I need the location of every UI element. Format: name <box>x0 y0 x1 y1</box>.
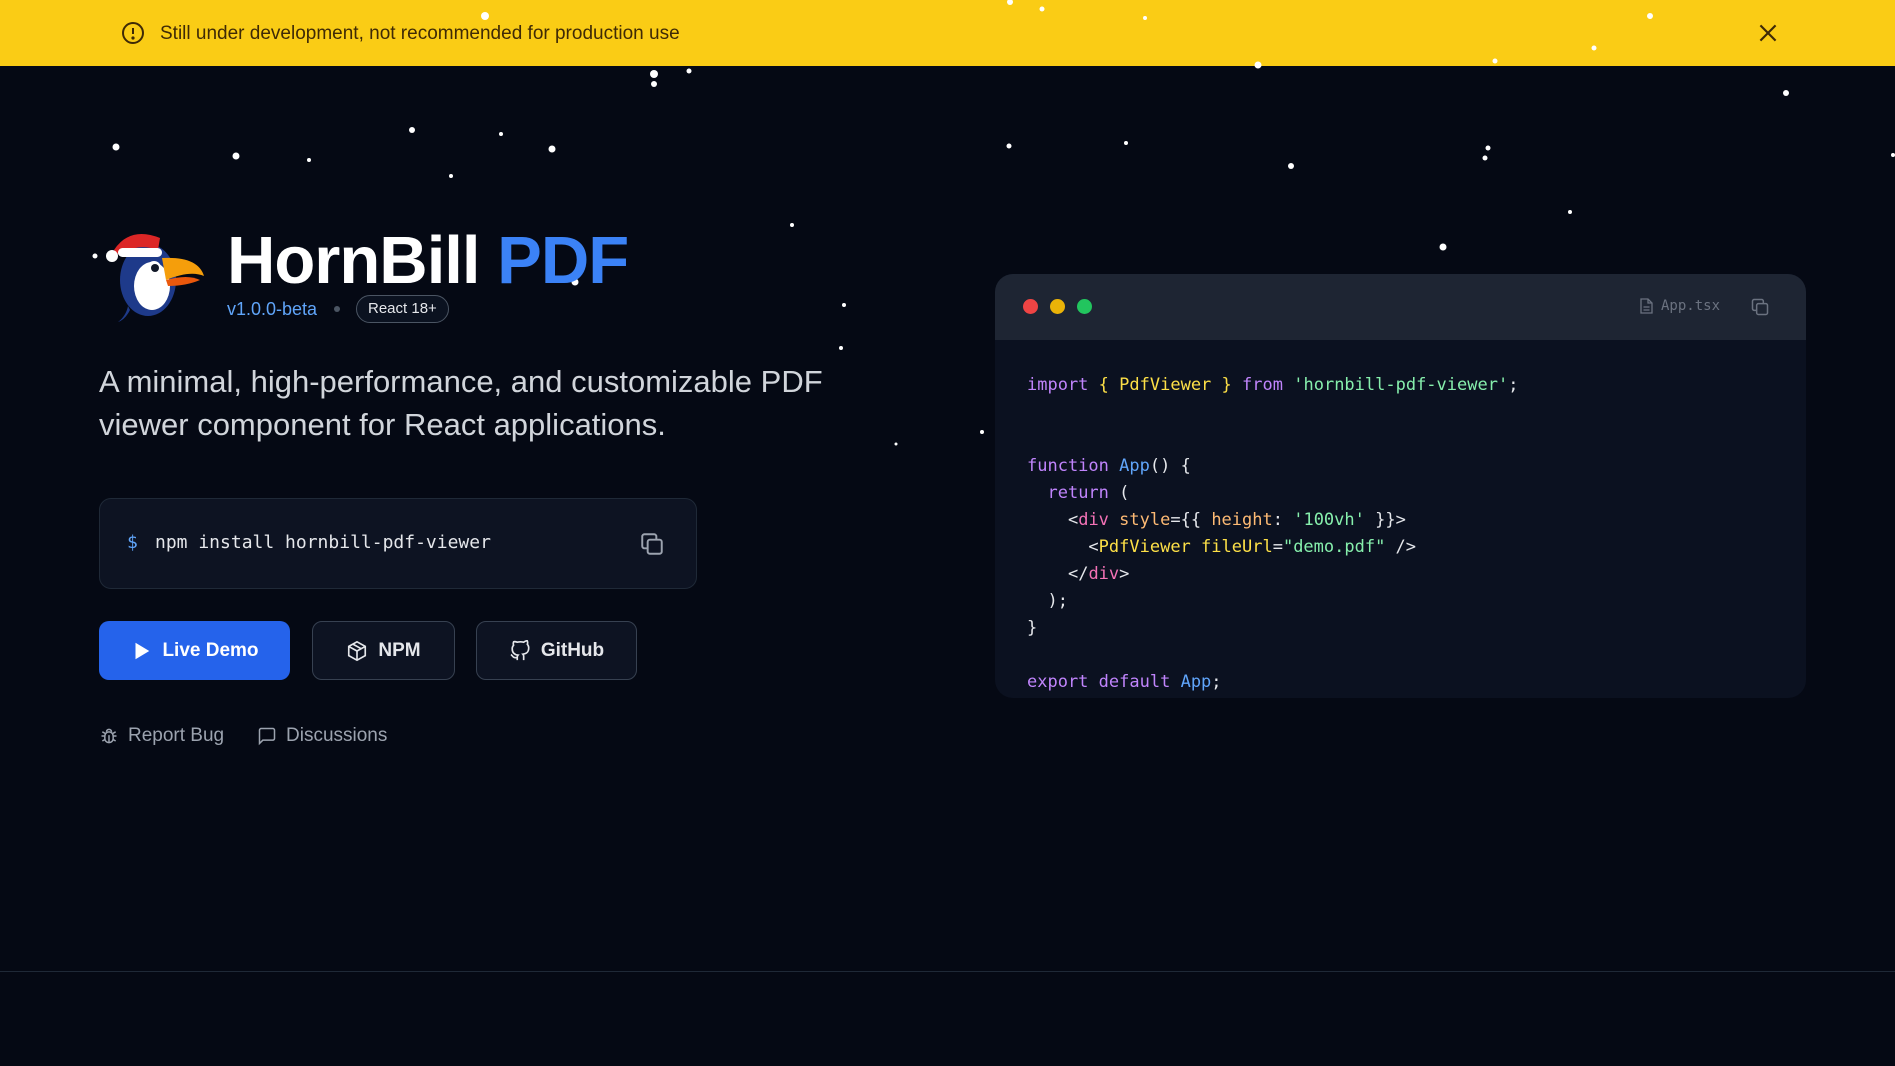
window-close-dot <box>1023 299 1038 314</box>
footer-divider <box>0 971 1895 972</box>
code-tag: div <box>1078 510 1109 530</box>
code-punct: : <box>1272 510 1294 530</box>
brand-accent: PDF <box>497 223 629 298</box>
discussions-label: Discussions <box>286 725 388 746</box>
code-line: import { PdfViewer } from 'hornbill-pdf-… <box>1027 372 1518 399</box>
code-keyword: export <box>1027 672 1089 692</box>
code-punct: ); <box>1047 591 1068 611</box>
hornbill-santa-logo <box>106 234 204 322</box>
code-line: function App() { <box>1027 453 1518 480</box>
code-attr: height <box>1211 510 1273 530</box>
code-punct: < <box>1088 537 1099 557</box>
file-icon <box>1640 298 1653 314</box>
code-line: export default App; <box>1027 669 1518 696</box>
dev-warning-banner: Still under development, not recommended… <box>0 0 1895 66</box>
discussions-link[interactable]: Discussions <box>257 725 387 747</box>
code-attr: style <box>1119 510 1171 530</box>
bug-icon <box>101 728 117 744</box>
code-punct: > <box>1119 564 1130 584</box>
code-punct: = <box>1272 537 1283 557</box>
github-icon <box>510 639 530 660</box>
code-line: </div> <box>1027 561 1518 588</box>
code-brace: { <box>1098 375 1109 395</box>
version-label: v1.0.0-beta <box>227 299 318 319</box>
code-function: App <box>1119 456 1150 476</box>
npm-button[interactable]: NPM <box>312 621 455 680</box>
github-button[interactable]: GitHub <box>476 621 637 680</box>
window-maximize-dot <box>1077 299 1092 314</box>
code-string: 'hornbill-pdf-viewer' <box>1293 375 1509 395</box>
code-function: App <box>1180 672 1212 692</box>
code-identifier: PdfViewer <box>1119 375 1212 395</box>
editor-file-tab: App.tsx <box>1639 298 1720 314</box>
install-command-box: $ npm install hornbill-pdf-viewer <box>99 498 697 589</box>
code-attr: fileUrl <box>1201 537 1273 557</box>
report-bug-label: Report Bug <box>128 725 225 746</box>
code-punct: ( <box>1108 483 1130 503</box>
tagline: A minimal, high-performance, and customi… <box>99 364 823 442</box>
code-editor-window: App.tsx import { PdfViewer } from 'hornb… <box>995 274 1806 698</box>
report-bug-link[interactable]: Report Bug <box>99 725 224 747</box>
code-punct: /> <box>1385 537 1417 557</box>
code-punct: } <box>1027 618 1038 638</box>
github-label: GitHub <box>540 639 605 661</box>
code-keyword: default <box>1098 672 1171 692</box>
play-icon <box>135 642 150 659</box>
code-punct: ; <box>1508 375 1519 395</box>
editor-titlebar: App.tsx <box>995 274 1806 340</box>
separator-dot <box>334 306 340 312</box>
code-punct: ={{ <box>1170 510 1212 530</box>
code-sample: import { PdfViewer } from 'hornbill-pdf-… <box>1027 372 1518 696</box>
code-keyword: return <box>1047 483 1109 503</box>
code-tag: div <box>1088 564 1120 584</box>
window-minimize-dot <box>1050 299 1065 314</box>
code-punct: () { <box>1149 456 1191 476</box>
close-icon[interactable] <box>1755 20 1781 46</box>
live-demo-button[interactable]: Live Demo <box>99 621 290 680</box>
alert-circle-icon <box>122 22 144 44</box>
editor-filename: App.tsx <box>1661 298 1721 314</box>
install-command: npm install hornbill-pdf-viewer <box>155 532 491 553</box>
code-line: ); <box>1027 588 1518 615</box>
code-punct: }}> <box>1364 510 1406 530</box>
live-demo-label: Live Demo <box>162 639 259 661</box>
brand-main: HornBill <box>227 223 481 298</box>
code-keyword: from <box>1242 375 1283 395</box>
react-badge: React 18+ <box>356 295 449 323</box>
brand-title: HornBill PDF <box>227 222 629 300</box>
code-line: <PdfViewer fileUrl="demo.pdf" /> <box>1027 534 1518 561</box>
code-keyword: import <box>1027 375 1089 395</box>
npm-label: NPM <box>378 639 421 661</box>
code-punct: ; <box>1211 672 1222 692</box>
code-string: '100vh' <box>1293 510 1365 530</box>
copy-code-icon[interactable] <box>1750 297 1770 317</box>
code-line: return ( <box>1027 480 1518 507</box>
shell-prompt: $ <box>127 532 138 553</box>
copy-icon[interactable] <box>639 531 665 557</box>
code-keyword: function <box>1027 456 1109 476</box>
code-string: "demo.pdf" <box>1282 537 1386 557</box>
code-component: PdfViewer <box>1098 537 1191 557</box>
package-icon <box>348 640 367 661</box>
code-line: } <box>1027 615 1518 642</box>
banner-text: Still under development, not recommended… <box>160 23 680 44</box>
code-brace: } <box>1221 375 1232 395</box>
code-punct: < <box>1067 510 1079 530</box>
code-punct: </ <box>1067 564 1089 584</box>
code-line: <div style={{ height: '100vh' }}> <box>1027 507 1518 534</box>
message-square-icon <box>258 727 276 746</box>
